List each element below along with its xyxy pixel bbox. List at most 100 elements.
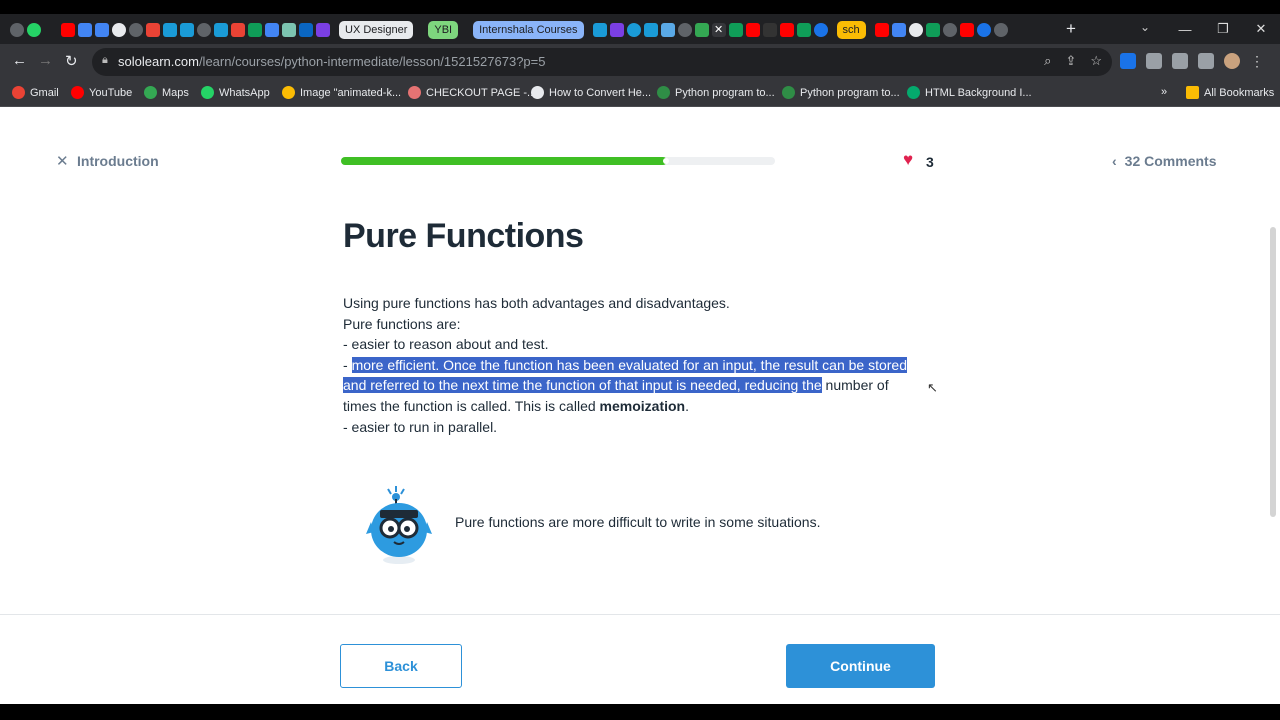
app-icon[interactable] <box>316 23 330 37</box>
restore-icon[interactable]: ❐ <box>1204 21 1242 37</box>
linkedin-icon[interactable] <box>299 23 313 37</box>
bookmark-whatsapp[interactable]: WhatsApp <box>201 86 270 99</box>
maps-icon <box>144 86 157 99</box>
docs-icon[interactable] <box>95 23 109 37</box>
forward-arrow-icon[interactable]: → <box>38 52 53 69</box>
browser-toolbar: ← → ↻ 🔒︎ sololearn.com/learn/courses/pyt… <box>0 44 1280 80</box>
drive-icon[interactable] <box>248 23 262 37</box>
folder-icon <box>1186 86 1199 99</box>
app-icon[interactable] <box>626 23 641 37</box>
github-icon[interactable] <box>112 23 126 37</box>
app-icon[interactable] <box>813 23 828 37</box>
internshala-icon[interactable] <box>163 23 177 37</box>
play-icon[interactable] <box>694 23 709 37</box>
bookmark-youtube[interactable]: YouTube <box>71 86 132 99</box>
lock-icon: 🔒︎ <box>102 54 108 66</box>
youtube-icon[interactable] <box>745 23 760 37</box>
app-icon[interactable] <box>762 23 777 37</box>
memoization-term: memoization <box>599 397 686 414</box>
sheets-icon[interactable] <box>796 23 811 37</box>
zoom-icon[interactable]: ⌕ <box>1044 53 1051 69</box>
bookmark-checkout[interactable]: CHECKOUT PAGE -... <box>408 86 536 99</box>
lesson-module-link[interactable]: Introduction <box>77 153 159 169</box>
chrome-icon[interactable] <box>10 23 24 37</box>
page-title: Pure Functions <box>343 217 584 255</box>
scrollbar[interactable] <box>1270 227 1276 517</box>
tab-internshala-courses[interactable]: Internshala Courses <box>473 21 584 39</box>
globe-icon[interactable] <box>197 23 211 37</box>
continue-button[interactable]: Continue <box>786 644 935 688</box>
bookmark-convert[interactable]: How to Convert He... <box>531 86 651 99</box>
bookmark-maps[interactable]: Maps <box>144 86 189 99</box>
bookmarks-overflow[interactable]: » <box>1161 86 1167 98</box>
app-icon[interactable] <box>976 23 991 37</box>
whatsapp-icon[interactable] <box>27 23 41 37</box>
gmail-icon[interactable] <box>146 23 160 37</box>
extension-icon[interactable] <box>1120 53 1136 69</box>
youtube-icon[interactable] <box>779 23 794 37</box>
progress-knob <box>662 158 669 164</box>
bookmark-python-1[interactable]: Python program to... <box>657 86 775 99</box>
back-button[interactable]: Back <box>340 644 462 688</box>
youtube-icon[interactable] <box>874 23 889 37</box>
code-icon[interactable] <box>265 23 279 37</box>
internshala-icon[interactable] <box>214 23 228 37</box>
lesson-text: Using pure functions has both advantages… <box>343 293 943 437</box>
star-icon <box>282 86 295 99</box>
app-icon[interactable] <box>908 23 923 37</box>
progress-bar <box>341 157 775 165</box>
w3-icon <box>907 86 920 99</box>
internshala-icon[interactable] <box>592 23 607 37</box>
heart-icon: ♥ <box>903 150 914 169</box>
puzzle-icon[interactable] <box>1146 53 1162 69</box>
back-arrow-icon[interactable]: ← <box>12 52 27 69</box>
bookmark-html-background[interactable]: HTML Background I... <box>907 86 1032 99</box>
app-icon[interactable] <box>609 23 624 37</box>
app-icon[interactable] <box>660 23 675 37</box>
media-icon[interactable] <box>1172 53 1188 69</box>
avatar[interactable] <box>1224 53 1240 69</box>
close-icon[interactable]: ✕ <box>56 152 69 170</box>
gmail-icon[interactable] <box>231 23 245 37</box>
comments-link[interactable]: ‹ 32 Comments <box>1112 153 1216 169</box>
globe-icon[interactable] <box>993 23 1008 37</box>
globe-icon[interactable] <box>942 23 957 37</box>
globe-icon[interactable] <box>129 23 143 37</box>
all-bookmarks[interactable]: All Bookmarks <box>1186 86 1274 99</box>
window-close-icon[interactable]: ✕ <box>1242 21 1280 37</box>
address-bar[interactable]: 🔒︎ sololearn.com/learn/courses/python-in… <box>92 48 1112 76</box>
youtube-icon[interactable] <box>959 23 974 37</box>
app-icon[interactable] <box>282 23 296 37</box>
docs-icon[interactable] <box>891 23 906 37</box>
lesson-line: - easier to reason about and test. <box>343 336 549 353</box>
docs-icon[interactable] <box>78 23 92 37</box>
tab-search-icon[interactable]: ⌄ <box>1140 20 1150 34</box>
url-text: sololearn.com/learn/courses/python-inter… <box>118 54 546 69</box>
tab-ybi[interactable]: YBI <box>428 21 459 39</box>
bookmark-image[interactable]: Image "animated-k... <box>282 86 401 99</box>
lesson-line: Pure functions are: <box>343 315 461 332</box>
internshala-icon[interactable] <box>643 23 658 37</box>
tab-strip: UX Designer YBI Internshala Courses ✕ sc… <box>0 14 1280 44</box>
star-icon[interactable]: ☆ <box>1090 53 1102 69</box>
bookmark-gmail[interactable]: Gmail <box>12 86 59 99</box>
app-icon[interactable] <box>728 23 743 37</box>
youtube-icon <box>71 86 84 99</box>
youtube-icon[interactable] <box>61 23 75 37</box>
active-tab-close-icon[interactable]: ✕ <box>711 23 726 37</box>
browser-window: UX Designer YBI Internshala Courses ✕ sc… <box>0 14 1280 704</box>
bookmark-python-2[interactable]: Python program to... <box>782 86 900 99</box>
menu-icon[interactable]: ⋮ <box>1250 53 1266 69</box>
lesson-line: Using pure functions has both advantages… <box>343 295 730 311</box>
sidepanel-icon[interactable] <box>1198 53 1214 69</box>
omnibox-icons: ⌕ ⇪ ☆ <box>1044 53 1102 69</box>
reload-icon[interactable]: ↻ <box>65 52 78 70</box>
minimize-icon[interactable]: — <box>1166 22 1204 37</box>
share-icon[interactable]: ⇪ <box>1065 53 1076 69</box>
tab-ux-designer[interactable]: UX Designer <box>339 21 414 39</box>
app-icon[interactable] <box>925 23 940 37</box>
globe-icon[interactable] <box>677 23 692 37</box>
new-tab-button[interactable]: + <box>1066 19 1076 39</box>
internshala-icon[interactable] <box>180 23 194 37</box>
tab-sch[interactable]: sch <box>836 21 866 39</box>
